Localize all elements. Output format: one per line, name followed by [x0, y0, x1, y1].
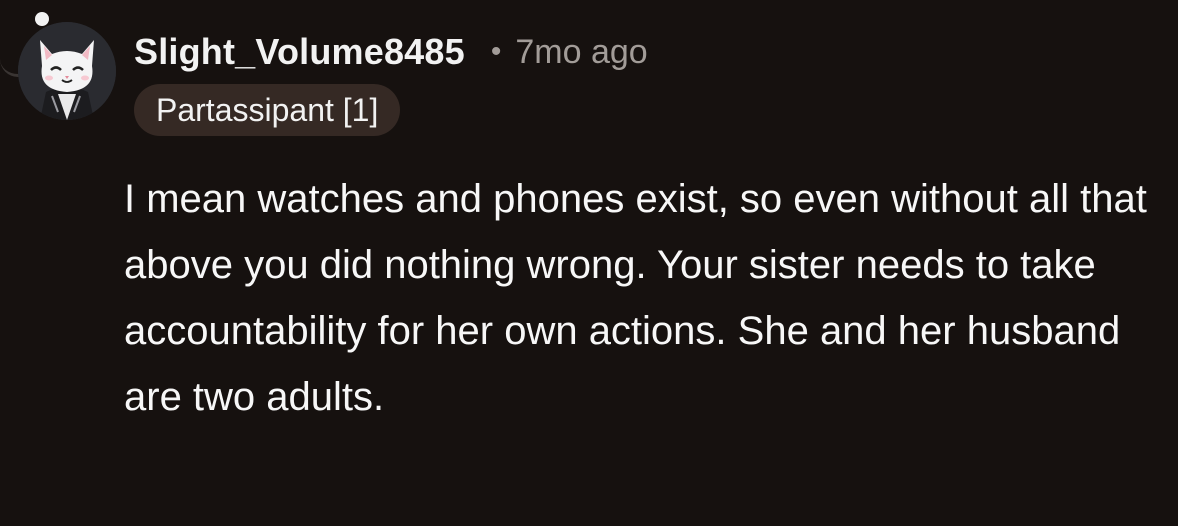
meta-separator: •	[490, 35, 502, 68]
collapse-thread-button[interactable]	[35, 12, 49, 26]
comment-header: Slight_Volume8485 • 7mo ago	[134, 24, 648, 80]
comment-body: I mean watches and phones exist, so even…	[124, 177, 1147, 419]
cat-avatar-icon	[18, 22, 116, 120]
user-avatar[interactable]	[18, 22, 116, 120]
user-flair-badge: Partassipant [1]	[134, 84, 401, 136]
username-link[interactable]: Slight_Volume8485	[134, 31, 465, 73]
comment-timestamp[interactable]: 7mo ago	[515, 33, 647, 72]
